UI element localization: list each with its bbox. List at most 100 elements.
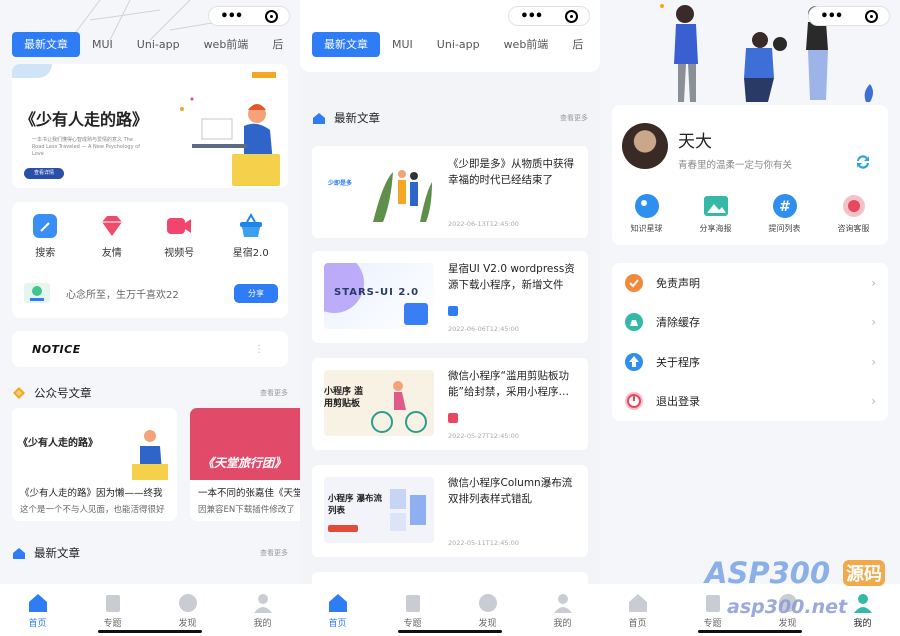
article-date: 2022-05-27T12:45:00 [448,432,519,440]
share-row: 心念所至，生万千喜欢22 分享 [22,278,278,308]
close-target-icon[interactable] [864,9,878,23]
menu-logout[interactable]: 退出登录 › [612,382,888,422]
compass-icon [178,594,197,612]
tab-more[interactable]: 后 [560,32,595,57]
notice-more-icon[interactable]: ⋮ [254,344,264,355]
menu-clear-cache[interactable]: 清除缓存 › [612,303,888,343]
close-target-icon[interactable] [264,9,278,23]
more-icon[interactable]: ••• [520,9,543,24]
home-section-icon [313,113,325,124]
gzh-card[interactable]: 《天堂旅行团》 一本不同的张嘉佳《天堂 因兼容EN下载插件修改了 [190,408,300,521]
nav-mine[interactable]: 我的 [238,592,288,636]
article-card[interactable]: 小程序 瀑布流列表 微信小程序Column瀑布流双排列表样式错乱 2022-05… [312,465,588,557]
watermark-tag: 源码 [843,560,885,586]
feature-label: 咨询客服 [837,224,870,233]
article-card[interactable]: 小程序 滥用剪贴板 微信小程序“滥用剪贴板功能”给封禁，采用小程序… 2022-… [312,358,588,450]
nav-label: 我的 [253,619,272,629]
disclaimer-icon [625,273,643,292]
nav-home[interactable]: 首页 [613,592,663,636]
tab-mui[interactable]: MUI [80,32,125,57]
thumbnail-text: 小程序 瀑布流列表 [328,494,382,516]
section-more-link[interactable]: 查看更多 [560,113,588,123]
section-more-link[interactable]: 查看更多 [260,548,288,558]
refresh-icon[interactable] [854,153,872,171]
shortcut-friends[interactable]: 友情 [98,212,126,259]
shortcut-stars[interactable]: 星宿2.0 [233,212,269,259]
feature-grid: 知识星球 分享海报 # 提问列表 咨询客服 [612,193,888,234]
video-tag-icon [448,413,458,423]
bottom-tab-bar: 首页 专题 发现 我的 [300,584,600,636]
home-indicator [398,630,502,633]
nav-mine[interactable]: 我的 [538,592,588,636]
shortcut-video[interactable]: 视频号 [164,212,194,259]
gzh-card[interactable]: 《少有人走的路》 《少有人走的路》因为懒——终我 这个是一个不与人见面，也能活得… [12,408,177,521]
card-image-title: 《天堂旅行团》 [202,456,287,470]
profile-bio: 青春里的温柔一定与你有关 [678,160,793,171]
nav-home[interactable]: 首页 [13,592,63,636]
gzh-card-desc: 这个是一个不与人见面，也能活得很好 [20,505,165,515]
compass-icon [478,594,497,612]
mini-program-capsule[interactable]: ••• [208,6,290,26]
reading-person-illustration [180,97,280,186]
article-thumbnail: 少即是多 [324,158,434,224]
article-title: 星宿UI V2.0 wordpress资源下载小程序，新增文件下… [448,263,575,291]
article-list-screen: ••• 最新文章 MUI Uni-app web前端 后 最新文章 查看更多 少… [300,0,600,636]
nav-home[interactable]: 首页 [313,592,363,636]
feature-label: 提问列表 [768,224,801,233]
feature-label: 知识星球 [630,224,663,233]
tab-uniapp[interactable]: Uni-app [425,32,492,57]
hero-banner[interactable]: 《少有人走的路》 一本书让我们懂得心智成熟与爱情的意义 The Road Les… [12,64,288,188]
shortcut-search[interactable]: 搜索 [31,212,59,259]
avatar[interactable] [622,123,668,169]
settings-menu: 免责声明 › 清除缓存 › 关于程序 › 退出登录 › [612,263,888,421]
share-button[interactable]: 分享 [234,283,278,303]
notice-bar[interactable]: NOTICE ⋮ [12,331,288,367]
latest-section-header: 最新文章 查看更多 [312,110,588,126]
home-icon [628,594,647,612]
menu-about[interactable]: 关于程序 › [612,342,888,382]
chevron-right-icon: › [871,315,876,330]
tab-uniapp[interactable]: Uni-app [125,32,192,57]
tab-mui[interactable]: MUI [380,32,425,57]
more-icon[interactable]: ••• [220,9,243,24]
home-section-icon [13,548,25,559]
shortcut-label: 搜索 [35,248,56,259]
feature-poster[interactable]: 分享海报 [686,193,746,234]
article-card[interactable]: 少即是多 《少即是多》从物质中获得幸福的时代已经结束了 2022-06-13T1… [312,146,588,238]
menu-disclaimer[interactable]: 免责声明 › [612,263,888,303]
article-card[interactable]: STARS-UI 2.0 星宿UI V2.0 wordpress资源下载小程序，… [312,251,588,343]
svg-text:#: # [779,199,791,215]
tab-web[interactable]: web前端 [492,32,561,57]
video-icon [167,218,192,234]
user-icon [253,594,272,613]
gzh-section-header: 公众号文章 查看更多 [12,385,288,401]
mini-program-capsule[interactable]: ••• [508,6,590,26]
home-indicator [98,630,202,633]
tab-more[interactable]: 后 [260,32,295,57]
category-tag-icon [448,306,458,316]
watermark-brand: ASP300 [705,556,831,590]
power-icon [625,392,643,411]
menu-label: 免责声明 [656,276,700,290]
feature-planet[interactable]: 知识星球 [617,193,677,234]
section-more-link[interactable]: 查看更多 [260,388,288,398]
banner-detail-button[interactable]: 查看详情 [24,168,64,179]
mini-program-capsule[interactable]: ••• [808,6,890,26]
article-title: 《少即是多》从物质中获得幸福的时代已经结束了 [448,158,574,186]
close-target-icon[interactable] [564,9,578,23]
tab-web[interactable]: web前端 [192,32,261,57]
article-thumbnail: 小程序 滥用剪贴板 [324,370,434,436]
shortcut-grid: 搜索 友情 视频号 星宿2.0 [12,202,288,259]
tab-latest[interactable]: 最新文章 [312,32,380,57]
shortcut-panel: 搜索 友情 视频号 星宿2.0 心念所至，生万千喜欢22 分享 [12,202,288,318]
tab-latest[interactable]: 最新文章 [12,32,80,57]
thumbnail-text: 小程序 滥用剪贴板 [324,387,364,409]
feature-questions[interactable]: # 提问列表 [755,193,815,234]
diamond-icon [101,216,122,236]
section-title: 最新文章 [34,546,80,560]
feature-support[interactable]: 咨询客服 [824,193,884,234]
chevron-right-icon: › [871,394,876,409]
more-icon[interactable]: ••• [820,9,843,24]
cyclist-illustration [371,381,427,433]
thumbnail-text: 少即是多 [328,180,353,187]
